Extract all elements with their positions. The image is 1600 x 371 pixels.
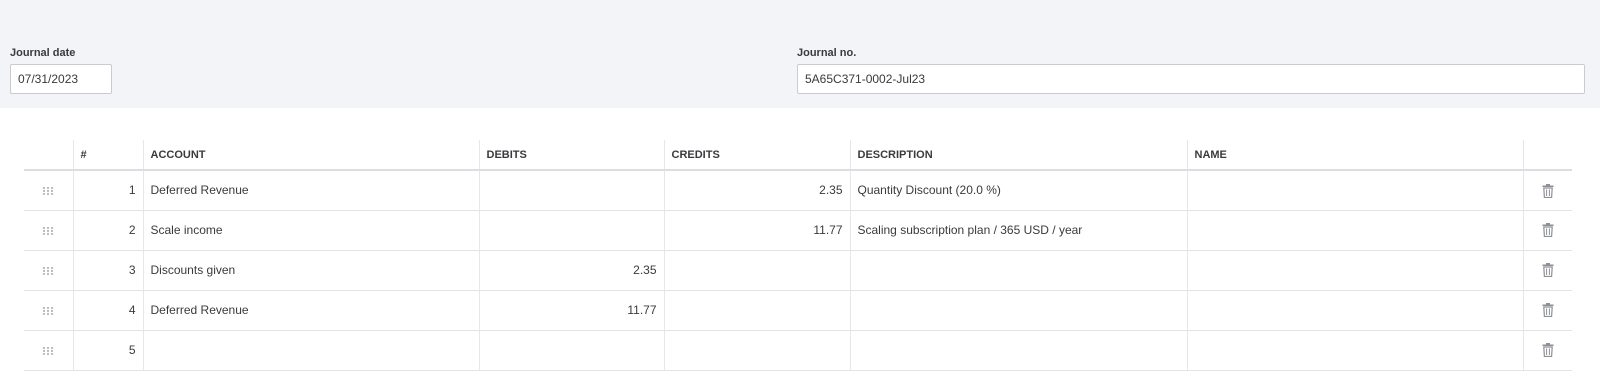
drag-column-header [24,140,73,171]
account-cell[interactable] [142,330,479,371]
row-index: 3 [72,250,143,291]
drag-handle-icon[interactable] [43,226,54,235]
journal-date-label: Journal date [10,47,76,59]
name-cell[interactable] [1186,210,1523,251]
account-column-header: ACCOUNT [142,140,479,171]
credits-column-header: CREDITS [663,140,850,171]
description-cell[interactable]: Quantity Discount (20.0 %) [849,170,1187,211]
delete-cell[interactable] [1522,210,1572,251]
debit-cell[interactable]: 11.77 [478,290,664,331]
account-cell[interactable]: Deferred Revenue [142,290,479,331]
delete-cell[interactable] [1522,250,1572,291]
name-cell[interactable] [1186,170,1523,211]
trash-icon[interactable] [1542,343,1554,358]
drag-cell[interactable] [24,210,73,251]
drag-handle-icon[interactable] [43,187,54,195]
drag-handle-icon[interactable] [43,266,54,275]
index-column-header: # [72,140,143,171]
credit-cell[interactable]: 2.35 [663,170,850,211]
table-row[interactable]: 4 Deferred Revenue 11.77 [24,290,1572,331]
row-index: 1 [72,170,143,211]
account-cell[interactable]: Deferred Revenue [142,170,479,211]
name-cell[interactable] [1186,330,1523,371]
description-column-header: DESCRIPTION [849,140,1187,171]
drag-cell[interactable] [24,330,73,371]
journal-date-input[interactable]: 07/31/2023 [10,64,112,94]
table-row[interactable]: 3 Discounts given 2.35 [24,250,1572,291]
actions-column-header [1522,140,1572,171]
account-cell[interactable]: Discounts given [142,250,479,291]
debits-column-header: DEBITS [478,140,664,171]
description-cell[interactable] [849,250,1187,291]
description-cell[interactable] [849,330,1187,371]
credit-cell[interactable] [663,330,850,371]
table-row[interactable]: 5 [24,330,1572,371]
row-index: 5 [72,330,143,371]
description-cell[interactable] [849,290,1187,331]
debit-cell[interactable] [478,210,664,251]
name-column-header: NAME [1186,140,1523,171]
trash-icon[interactable] [1542,303,1554,318]
drag-handle-icon[interactable] [43,346,54,355]
drag-cell[interactable] [24,290,73,331]
debit-cell[interactable]: 2.35 [478,250,664,291]
drag-handle-icon[interactable] [43,306,54,315]
journal-lines-table: # ACCOUNT DEBITS CREDITS DESCRIPTION NAM… [24,140,1572,371]
row-index: 4 [72,290,143,331]
drag-cell[interactable] [24,250,73,291]
delete-cell[interactable] [1522,290,1572,331]
trash-icon[interactable] [1542,183,1554,198]
credit-cell[interactable]: 11.77 [663,210,850,251]
table-row[interactable]: 2 Scale income 11.77 Scaling subscription p… [24,210,1572,251]
trash-icon[interactable] [1542,263,1554,278]
credit-cell[interactable] [663,250,850,291]
delete-cell[interactable] [1522,170,1572,211]
journal-no-input[interactable]: 5A65C371-0002-Jul23 [797,64,1585,94]
table-row[interactable]: 1 Deferred Revenue 2.35 Quantity Discount (… [24,170,1572,211]
description-cell[interactable]: Scaling subscription plan / 365 USD / ye… [849,210,1187,251]
account-cell[interactable]: Scale income [142,210,479,251]
name-cell[interactable] [1186,250,1523,291]
debit-cell[interactable] [478,170,664,211]
row-index: 2 [72,210,143,251]
table-header-row: # ACCOUNT DEBITS CREDITS DESCRIPTION NAM… [24,140,1572,171]
name-cell[interactable] [1186,290,1523,331]
credit-cell[interactable] [663,290,850,331]
journal-no-label: Journal no. [797,47,857,59]
delete-cell[interactable] [1522,330,1572,371]
trash-icon[interactable] [1542,223,1554,238]
drag-cell[interactable] [24,170,73,211]
debit-cell[interactable] [478,330,664,371]
